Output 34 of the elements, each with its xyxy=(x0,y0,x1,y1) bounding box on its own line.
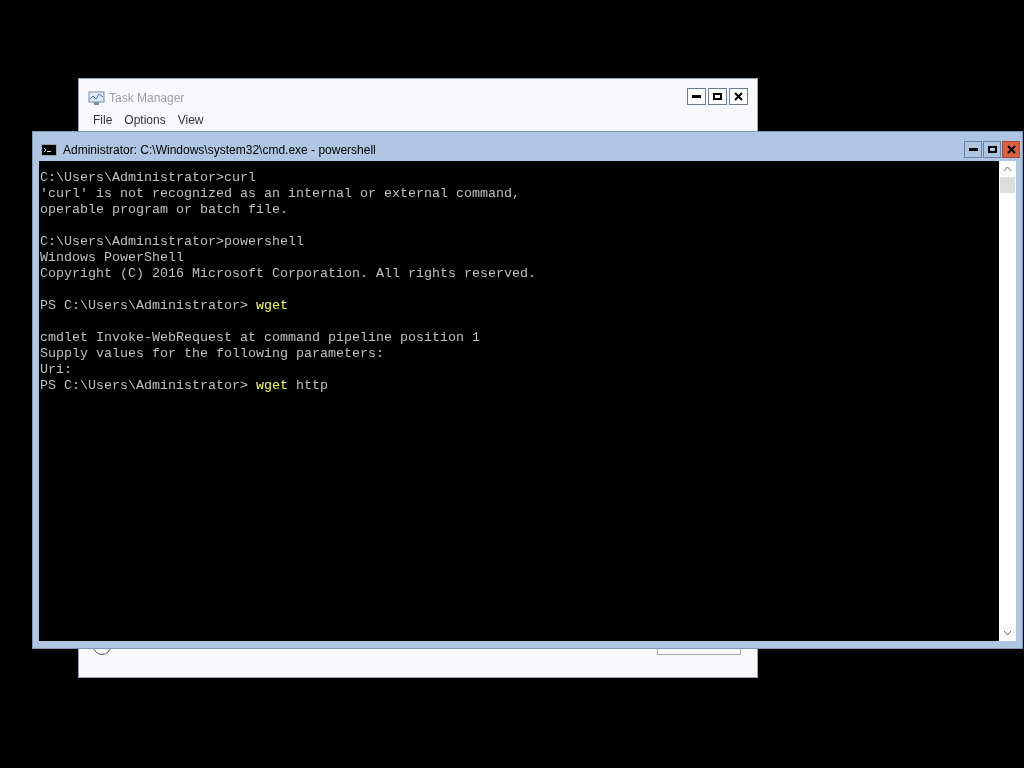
console-text: cmdlet Invoke-WebRequest at command pipeline position 1 xyxy=(40,330,480,346)
close-icon xyxy=(1006,145,1016,154)
maximize-icon xyxy=(713,93,722,100)
close-icon xyxy=(734,92,743,101)
monitor-chart-icon xyxy=(88,90,105,106)
minimize-icon xyxy=(968,148,978,151)
console-text: PS C:\Users\Administrator> xyxy=(40,298,249,314)
minimize-icon xyxy=(692,95,701,98)
command-text: wget xyxy=(255,378,288,394)
close-button[interactable] xyxy=(729,88,748,105)
window-title: Administrator: C:\Windows\system32\cmd.exe - powershell xyxy=(63,141,376,159)
console-text: Supply values for the following parameters: xyxy=(40,346,384,362)
minimize-button[interactable] xyxy=(964,141,982,158)
console-icon xyxy=(41,143,57,156)
menu-item[interactable]: View xyxy=(173,111,208,129)
console-text: 'curl' is not recognized as an internal or external command, xyxy=(40,186,520,202)
console-text: operable program or batch file. xyxy=(40,202,288,218)
menu-item[interactable]: Options xyxy=(120,111,170,129)
console-text: C:\Users\Administrator>curl xyxy=(40,170,256,186)
scrollbar[interactable] xyxy=(999,161,1016,641)
maximize-button[interactable] xyxy=(708,88,727,105)
command-text: wget xyxy=(255,298,288,314)
console-text: Uri: xyxy=(40,362,72,378)
menu-item[interactable]: File xyxy=(89,111,117,129)
maximize-icon xyxy=(987,146,997,153)
console-text: Windows PowerShell xyxy=(40,250,184,266)
console-text: http xyxy=(294,378,328,394)
console-text: Copyright (C) 2016 Microsoft Corporation. All rights reserved. xyxy=(40,266,536,282)
maximize-button[interactable] xyxy=(983,141,1001,158)
window-title: Task Manager xyxy=(109,90,185,107)
minimize-button[interactable] xyxy=(687,88,706,105)
console-text: C:\Users\Administrator>powershell xyxy=(40,234,304,250)
scroll-thumb[interactable] xyxy=(1000,177,1015,193)
console-text: PS C:\Users\Administrator> xyxy=(40,378,249,394)
